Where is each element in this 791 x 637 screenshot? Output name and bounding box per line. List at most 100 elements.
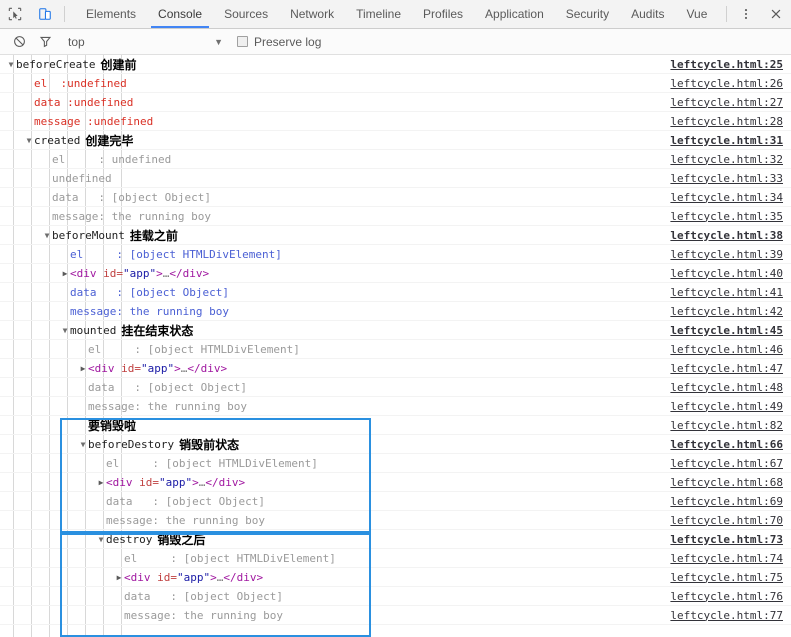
tab-security[interactable]: Security xyxy=(555,0,620,28)
source-location-link[interactable]: leftcycle.html:32 xyxy=(670,153,791,166)
source-location-link[interactable]: leftcycle.html:75 xyxy=(670,571,791,584)
source-location-link[interactable]: leftcycle.html:74 xyxy=(670,552,791,565)
tab-application[interactable]: Application xyxy=(474,0,555,28)
source-location-link[interactable]: leftcycle.html:82 xyxy=(670,419,791,432)
disclosure-triangle-collapsed-icon[interactable]: ▶ xyxy=(78,364,88,373)
console-message-text: el : [object HTMLDivElement] xyxy=(106,456,318,470)
disclosure-triangle-placeholder-icon: ▼ xyxy=(114,554,124,563)
disclosure-triangle-expanded-icon[interactable]: ▼ xyxy=(60,326,70,335)
source-location-link[interactable]: leftcycle.html:47 xyxy=(670,362,791,375)
console-message-row[interactable]: ▼el : [object HTMLDivElement]leftcycle.h… xyxy=(0,340,791,359)
console-message-row[interactable]: ▼undefinedleftcycle.html:33 xyxy=(0,169,791,188)
console-message-row[interactable]: ▶ <div id="app">…</div> leftcycle.html:47 xyxy=(0,359,791,378)
close-icon[interactable] xyxy=(761,0,791,28)
console-message-row[interactable]: ▼data :undefinedleftcycle.html:27 xyxy=(0,93,791,112)
console-message-row[interactable]: ▼ beforeMount 挂载之前 leftcycle.html:38 xyxy=(0,226,791,245)
console-message-row[interactable]: ▼ created 创建完毕 leftcycle.html:31 xyxy=(0,131,791,150)
source-location-link[interactable]: leftcycle.html:40 xyxy=(670,267,791,280)
console-message-row[interactable]: ▼data : [object Object]leftcycle.html:41 xyxy=(0,283,791,302)
preserve-log-checkbox[interactable]: Preserve log xyxy=(237,35,321,49)
source-location-link[interactable]: leftcycle.html:76 xyxy=(670,590,791,603)
tab-audits[interactable]: Audits xyxy=(620,0,675,28)
console-message-row[interactable]: ▼message: the running boyleftcycle.html:… xyxy=(0,302,791,321)
dom-node-preview[interactable]: <div id="app">…</div> xyxy=(88,362,227,375)
source-location-link[interactable]: leftcycle.html:41 xyxy=(670,286,791,299)
disclosure-triangle-expanded-icon[interactable]: ▼ xyxy=(42,231,52,240)
source-location-link[interactable]: leftcycle.html:67 xyxy=(670,457,791,470)
console-message-row[interactable]: ▼el : [object HTMLDivElement]leftcycle.h… xyxy=(0,549,791,568)
console-message-row[interactable]: ▶ <div id="app">…</div> leftcycle.html:40 xyxy=(0,264,791,283)
tab-profiles[interactable]: Profiles xyxy=(412,0,474,28)
console-message-row[interactable]: ▼el : [object HTMLDivElement]leftcycle.h… xyxy=(0,245,791,264)
disclosure-triangle-expanded-icon[interactable]: ▼ xyxy=(78,440,88,449)
console-message-list[interactable]: ▼beforeCreate创建前leftcycle.html:25▼el :un… xyxy=(0,55,791,637)
console-message-row[interactable]: ▼message :undefinedleftcycle.html:28 xyxy=(0,112,791,131)
disclosure-triangle-collapsed-icon[interactable]: ▶ xyxy=(114,573,124,582)
source-location-link[interactable]: leftcycle.html:28 xyxy=(670,115,791,128)
source-location-link[interactable]: leftcycle.html:48 xyxy=(670,381,791,394)
console-message-row[interactable]: ▼message: the running boyleftcycle.html:… xyxy=(0,397,791,416)
clear-console-icon[interactable] xyxy=(6,35,32,48)
tab-console[interactable]: Console xyxy=(147,0,213,28)
disclosure-triangle-collapsed-icon[interactable]: ▶ xyxy=(96,478,106,487)
dom-node-preview[interactable]: <div id="app">…</div> xyxy=(124,571,263,584)
source-location-link[interactable]: leftcycle.html:38 xyxy=(670,229,791,242)
console-message-row[interactable]: ▼ beforeCreate 创建前 leftcycle.html:25 xyxy=(0,55,791,74)
console-message-text: data : [object Object] xyxy=(70,285,229,299)
group-title-en: mounted xyxy=(70,323,117,337)
source-location-link[interactable]: leftcycle.html:46 xyxy=(670,343,791,356)
source-location-link[interactable]: leftcycle.html:39 xyxy=(670,248,791,261)
tab-sources[interactable]: Sources xyxy=(213,0,279,28)
source-location-link[interactable]: leftcycle.html:68 xyxy=(670,476,791,489)
console-message-row[interactable]: ▼data : [object Object]leftcycle.html:34 xyxy=(0,188,791,207)
source-location-link[interactable]: leftcycle.html:70 xyxy=(670,514,791,527)
source-location-link[interactable]: leftcycle.html:31 xyxy=(670,134,791,147)
source-location-link[interactable]: leftcycle.html:35 xyxy=(670,210,791,223)
console-message-row[interactable]: ▼ destroy 销毁之后 leftcycle.html:73 xyxy=(0,530,791,549)
console-message-content: ▼data : [object Object] xyxy=(0,590,670,603)
console-message-row[interactable]: ▼el : [object HTMLDivElement]leftcycle.h… xyxy=(0,454,791,473)
tab-vue[interactable]: Vue xyxy=(675,0,718,28)
console-message-row[interactable]: ▶ <div id="app">…</div> leftcycle.html:75 xyxy=(0,568,791,587)
source-location-link[interactable]: leftcycle.html:25 xyxy=(670,58,791,71)
console-message-row[interactable]: ▼data : [object Object]leftcycle.html:69 xyxy=(0,492,791,511)
dom-node-preview[interactable]: <div id="app">…</div> xyxy=(70,267,209,280)
execution-context-value: top xyxy=(68,34,85,49)
source-location-link[interactable]: leftcycle.html:69 xyxy=(670,495,791,508)
source-location-link[interactable]: leftcycle.html:26 xyxy=(670,77,791,90)
disclosure-triangle-expanded-icon[interactable]: ▼ xyxy=(6,60,16,69)
console-message-row[interactable]: ▼data : [object Object]leftcycle.html:48 xyxy=(0,378,791,397)
console-message-row[interactable]: ▼data : [object Object]leftcycle.html:76 xyxy=(0,587,791,606)
tab-network[interactable]: Network xyxy=(279,0,345,28)
console-message-row[interactable]: ▶ <div id="app">…</div> leftcycle.html:68 xyxy=(0,473,791,492)
execution-context-select[interactable]: top ▼ xyxy=(58,35,223,49)
source-location-link[interactable]: leftcycle.html:27 xyxy=(670,96,791,109)
tab-elements[interactable]: Elements xyxy=(75,0,147,28)
source-location-link[interactable]: leftcycle.html:66 xyxy=(670,438,791,451)
console-message-row[interactable]: ▼message: the running boyleftcycle.html:… xyxy=(0,511,791,530)
source-location-link[interactable]: leftcycle.html:42 xyxy=(670,305,791,318)
console-message-row[interactable]: ▼message: the running boyleftcycle.html:… xyxy=(0,207,791,226)
source-location-link[interactable]: leftcycle.html:33 xyxy=(670,172,791,185)
console-message-row[interactable]: ▼要销毁啦leftcycle.html:82 xyxy=(0,416,791,435)
filter-funnel-icon[interactable] xyxy=(32,35,58,48)
source-location-link[interactable]: leftcycle.html:45 xyxy=(670,324,791,337)
console-message-row[interactable]: ▼el :undefinedleftcycle.html:26 xyxy=(0,74,791,93)
disclosure-triangle-collapsed-icon[interactable]: ▶ xyxy=(60,269,70,278)
tab-timeline[interactable]: Timeline xyxy=(345,0,412,28)
source-location-link[interactable]: leftcycle.html:49 xyxy=(670,400,791,413)
console-message-row[interactable]: ▼message: the running boyleftcycle.html:… xyxy=(0,606,791,625)
inspect-cursor-icon[interactable] xyxy=(0,0,30,28)
console-message-row[interactable]: ▼el : undefinedleftcycle.html:32 xyxy=(0,150,791,169)
disclosure-triangle-expanded-icon[interactable]: ▼ xyxy=(96,535,106,544)
source-location-link[interactable]: leftcycle.html:77 xyxy=(670,609,791,622)
source-location-link[interactable]: leftcycle.html:73 xyxy=(670,533,791,546)
disclosure-triangle-expanded-icon[interactable]: ▼ xyxy=(24,136,34,145)
device-toolbar-icon[interactable] xyxy=(30,0,60,28)
tab-label: Network xyxy=(290,7,335,21)
console-message-row[interactable]: ▼ beforeDestory 销毁前状态 leftcycle.html:66 xyxy=(0,435,791,454)
source-location-link[interactable]: leftcycle.html:34 xyxy=(670,191,791,204)
console-message-row[interactable]: ▼ mounted 挂在结束状态 leftcycle.html:45 xyxy=(0,321,791,340)
dom-node-preview[interactable]: <div id="app">…</div> xyxy=(106,476,245,489)
vertical-dots-icon[interactable] xyxy=(731,0,761,28)
